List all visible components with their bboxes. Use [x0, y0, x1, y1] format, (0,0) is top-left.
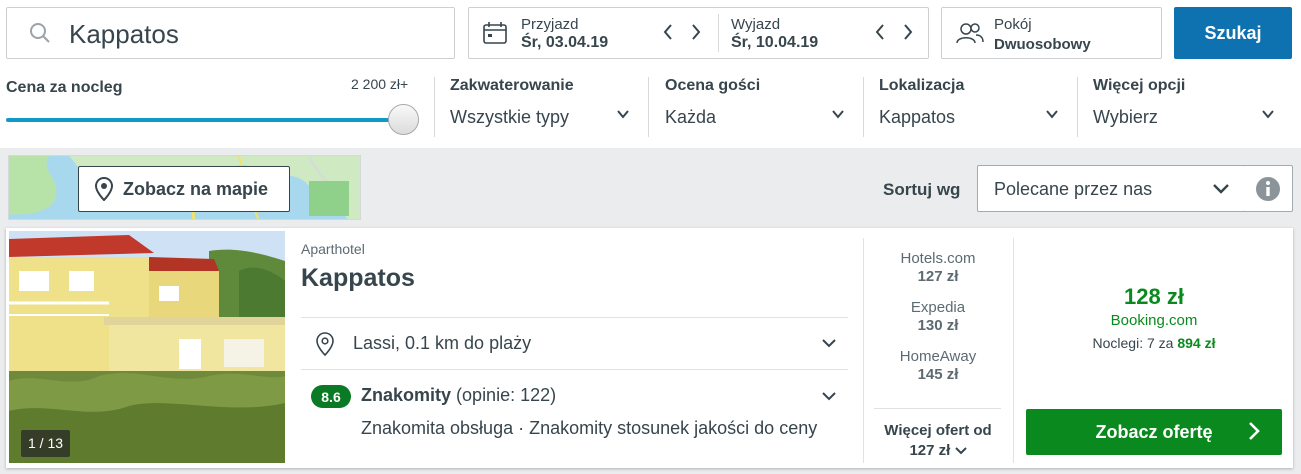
- chevron-down-icon: [832, 110, 844, 119]
- nights-total: Noclegi: 7 za 894 zł: [1026, 335, 1282, 351]
- filter-location-label: Lokalizacja: [879, 77, 965, 94]
- rating-word: Znakomity: [361, 385, 452, 405]
- hotel-type: Aparthotel: [301, 241, 365, 257]
- best-price[interactable]: 128 zł: [1026, 284, 1282, 310]
- location-pin-icon: [316, 332, 334, 357]
- offer-price: 127 zł: [917, 268, 959, 285]
- filter-more-label: Więcej opcji: [1093, 77, 1186, 94]
- date-picker[interactable]: Przyjazd Śr, 03.04.19 Wyjazd Śr, 10.04.1…: [468, 7, 929, 59]
- hotel-location-text: Lassi, 0.1 km do plaży: [353, 333, 532, 353]
- sort-info-button[interactable]: [1244, 165, 1293, 212]
- filter-rating-value: Każda: [665, 107, 717, 127]
- room-value: Dwuosobowy: [994, 36, 1091, 53]
- sort-label: Sortuj wg: [883, 180, 961, 199]
- checkin-value: Śr, 03.04.19: [521, 34, 609, 51]
- filter-accommodation-label: Zakwaterowanie: [450, 77, 574, 94]
- search-icon: [30, 23, 50, 43]
- more-offers-price: 127 zł: [909, 442, 951, 459]
- search-value: Kappatos: [69, 19, 179, 49]
- filter-divider: [434, 77, 435, 137]
- chevron-down-icon: [617, 110, 629, 119]
- price-slider-track[interactable]: [6, 118, 401, 122]
- hotel-result-card: 1 / 13 Aparthotel Kappatos Lassi, 0.1 km…: [6, 228, 1293, 468]
- search-input[interactable]: Kappatos: [6, 7, 455, 59]
- chevron-down-icon: [1262, 110, 1274, 119]
- view-deal-label: Zobacz ofertę: [1095, 421, 1213, 442]
- chevron-down-icon[interactable]: [822, 391, 836, 401]
- view-on-map-button[interactable]: Zobacz na mapie: [78, 166, 290, 212]
- info-icon: [1256, 176, 1280, 201]
- chevron-down-icon[interactable]: [822, 338, 836, 348]
- hotel-location-row[interactable]: Lassi, 0.1 km do plaży: [316, 332, 531, 361]
- view-on-map-label: Zobacz na mapie: [123, 178, 269, 199]
- divider: [301, 369, 848, 370]
- sort-value: Polecane przez nas: [994, 179, 1153, 199]
- chevron-down-icon: [954, 447, 967, 455]
- filter-divider: [648, 77, 649, 137]
- best-price-site: Booking.com: [1110, 312, 1198, 329]
- column-divider: [1013, 238, 1014, 463]
- filter-accommodation-value: Wszystkie typy: [450, 107, 570, 127]
- filter-accommodation[interactable]: Zakwaterowanie Wszystkie typy: [450, 77, 640, 137]
- room-label: Pokój: [994, 16, 1032, 33]
- nights-text: Noclegi: 7 za: [1092, 335, 1174, 351]
- hotel-photo-image: [9, 231, 285, 463]
- chevron-down-icon: [1046, 110, 1058, 119]
- nights-total-price: 894 zł: [1177, 335, 1216, 351]
- hotel-name[interactable]: Kappatos: [301, 264, 415, 293]
- filter-more-value: Wybierz: [1093, 107, 1158, 127]
- divider: [301, 317, 848, 318]
- checkout-field[interactable]: Wyjazd Śr, 10.04.19: [679, 8, 929, 58]
- offer-price: 130 zł: [917, 317, 959, 334]
- view-deal-button[interactable]: Zobacz ofertę: [1026, 409, 1282, 455]
- chevron-down-icon: [1213, 184, 1229, 194]
- filter-guest-rating[interactable]: Ocena gości Każda: [665, 77, 855, 137]
- price-slider-handle[interactable]: [388, 104, 419, 135]
- more-offers-link[interactable]: Więcej ofert od 127 zł: [872, 421, 1004, 461]
- prev-next-date-arrows[interactable]: [875, 22, 915, 42]
- offer-homeaway[interactable]: HomeAway 145 zł: [864, 348, 1012, 383]
- filter-divider: [1077, 77, 1078, 137]
- filter-divider: [863, 77, 864, 137]
- offer-site: Hotels.com: [900, 250, 976, 267]
- sort-dropdown[interactable]: Polecane przez nas: [977, 165, 1245, 212]
- more-offers-label: Więcej ofert od: [884, 422, 992, 439]
- offer-hotels-com[interactable]: Hotels.com 127 zł: [864, 250, 1012, 285]
- search-button[interactable]: Szukaj: [1174, 7, 1292, 59]
- price-filter-label: Cena za nocleg: [6, 79, 123, 96]
- checkin-label: Przyjazd: [521, 16, 579, 33]
- rating-highlights: Znakomita obsługa · Znakomity stosunek j…: [361, 418, 818, 438]
- offer-price: 145 zł: [917, 366, 959, 383]
- rating-badge: 8.6: [311, 385, 351, 408]
- calendar-icon: [483, 22, 507, 44]
- offer-site: HomeAway: [899, 348, 977, 365]
- offer-site: Expedia: [910, 299, 966, 316]
- checkout-label: Wyjazd: [731, 16, 781, 33]
- photo-counter: 1 / 13: [21, 430, 71, 457]
- divider: [874, 408, 1001, 409]
- checkout-value: Śr, 10.04.19: [731, 34, 819, 51]
- rating-count: (opinie: 122): [456, 385, 557, 405]
- filter-more-options[interactable]: Więcej opcji Wybierz: [1093, 77, 1285, 137]
- map-pin-icon: [95, 177, 113, 201]
- chevron-right-icon: [1249, 422, 1260, 440]
- filter-rating-label: Ocena gości: [665, 77, 761, 94]
- rating-summary[interactable]: Znakomity (opinie: 122): [361, 385, 556, 406]
- room-selector[interactable]: Pokój Dwuosobowy: [941, 7, 1162, 59]
- price-filter-value: 2 200 zł+: [351, 76, 409, 92]
- offer-expedia[interactable]: Expedia 130 zł: [864, 299, 1012, 334]
- guests-icon: [956, 23, 984, 44]
- filter-location-value: Kappatos: [879, 107, 956, 127]
- filter-location[interactable]: Lokalizacja Kappatos: [879, 77, 1069, 137]
- hotel-photo[interactable]: 1 / 13: [9, 231, 285, 463]
